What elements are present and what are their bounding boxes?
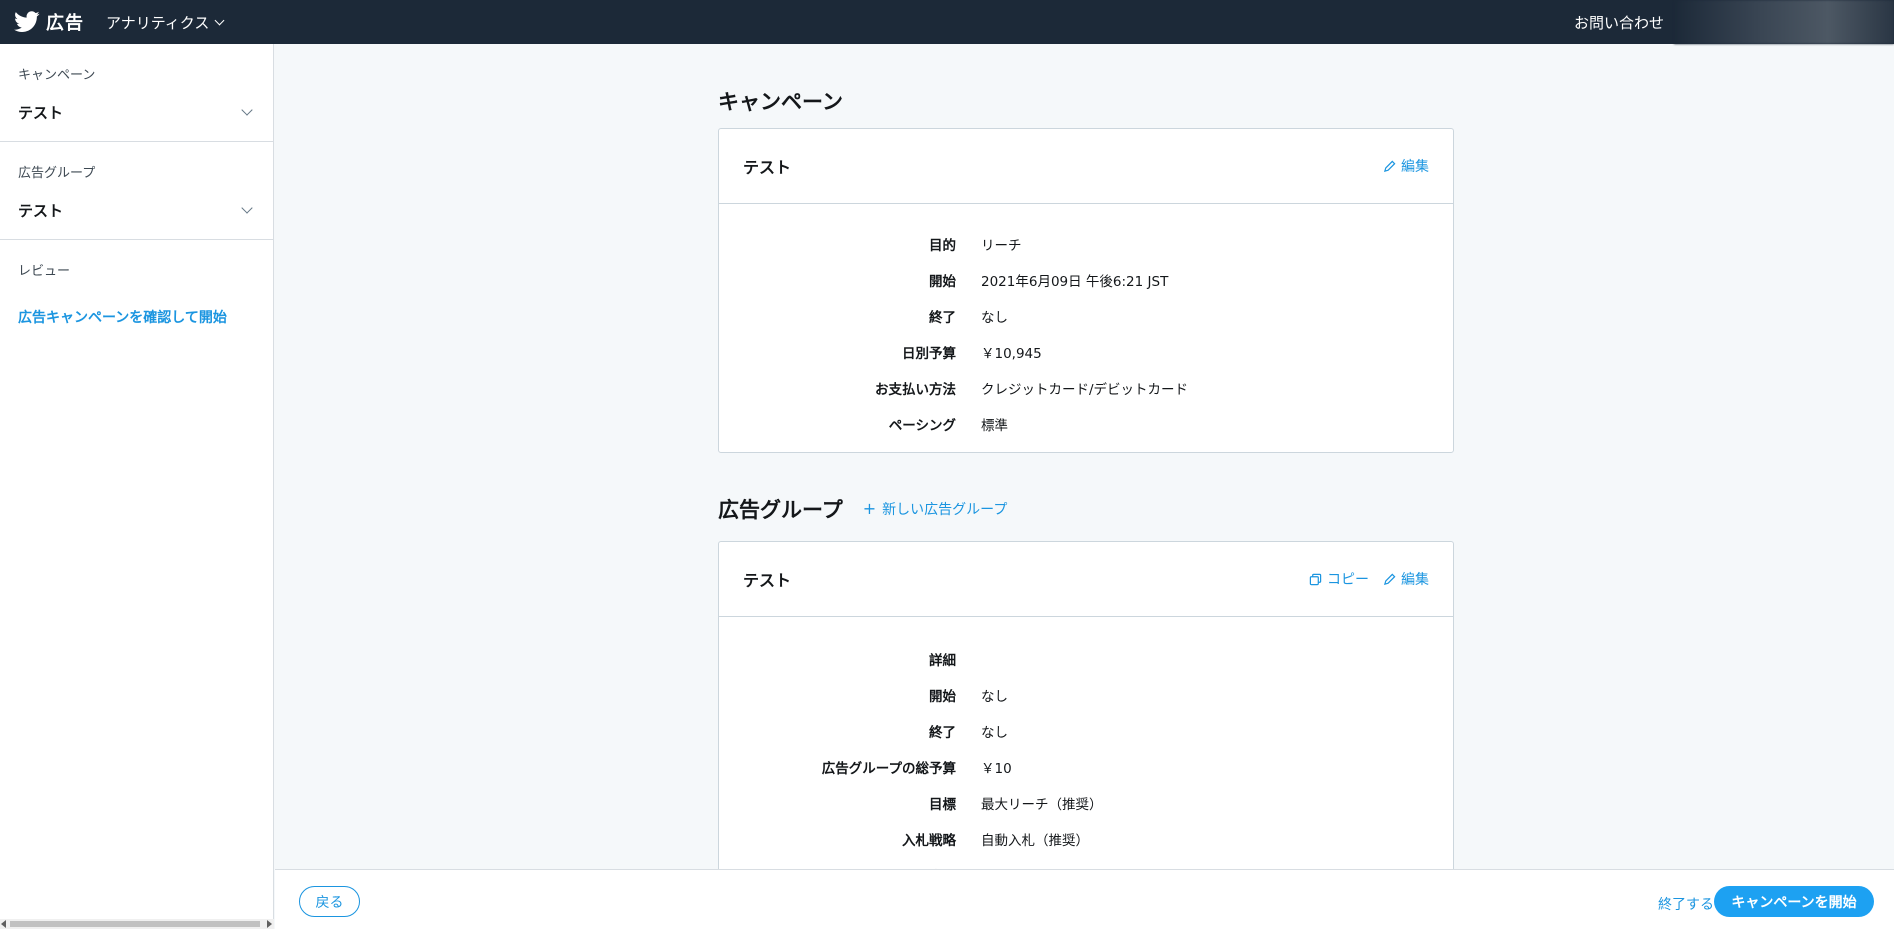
detail-row: 開始 2021年6月09日 午後6:21 JST <box>719 262 1453 298</box>
detail-value: 最大リーチ（推奨） <box>981 797 1103 813</box>
adgroup-copy-button[interactable]: コピー <box>1309 569 1369 589</box>
detail-value: なし <box>981 689 1008 705</box>
detail-label: 目標 <box>929 797 956 813</box>
detail-row: 終了 なし <box>719 298 1453 334</box>
adgroup-heading: 広告グループ + 新しい広告グループ <box>718 494 1007 524</box>
campaign-card-title: テスト <box>743 158 792 177</box>
detail-label: ペーシング <box>888 418 956 434</box>
detail-label: お支払い方法 <box>875 382 956 398</box>
footer-bar: 戻る 終了する キャンペーンを開始 <box>275 869 1894 929</box>
adgroup-select-value: テスト <box>18 201 64 220</box>
brand-logo[interactable]: 広告 <box>14 9 84 35</box>
campaign-select-value: テスト <box>18 103 64 122</box>
detail-row: 終了 なし <box>719 713 1453 749</box>
detail-value: 2021年6月09日 午後6:21 JST <box>981 274 1169 290</box>
detail-value: ￥10,945 <box>981 346 1042 362</box>
adgroup-heading-text: 広告グループ <box>718 498 843 522</box>
detail-value: リーチ <box>981 238 1022 254</box>
sidebar-campaign-section: キャンペーン テスト <box>0 44 273 142</box>
campaign-card: テスト 編集 目的 リーチ開始 2021年6月09日 午後6:21 JST 終了 なし日… <box>718 128 1454 453</box>
detail-label: 日別予算 <box>902 346 956 362</box>
sidebar-adgroup-section: 広告グループ テスト <box>0 142 273 240</box>
campaign-card-header: テスト 編集 <box>719 129 1453 204</box>
detail-label: 詳細 <box>929 653 956 669</box>
detail-value: なし <box>981 310 1008 326</box>
adgroup-edit-label: 編集 <box>1401 572 1429 588</box>
horizontal-scrollbar[interactable] <box>0 919 274 929</box>
sidebar: キャンペーン テスト 広告グループ テスト レビュー 広告キャンペーンを確認して… <box>0 44 274 929</box>
adgroup-copy-label: コピー <box>1327 572 1369 588</box>
pencil-icon <box>1383 160 1396 172</box>
detail-label: 目的 <box>929 238 956 254</box>
detail-label: 開始 <box>929 689 956 705</box>
adgroup-card-actions: コピー 編集 <box>1295 569 1429 589</box>
detail-label: 終了 <box>929 725 956 741</box>
campaign-heading: キャンペーン <box>718 86 843 116</box>
review-and-launch-link[interactable]: 広告キャンペーンを確認して開始 <box>0 279 273 327</box>
detail-row: ペーシング 標準 <box>719 406 1453 442</box>
detail-label: 終了 <box>929 310 956 326</box>
detail-row: 目標 最大リーチ（推奨） <box>719 785 1453 821</box>
campaign-edit-button[interactable]: 編集 <box>1383 156 1429 176</box>
sidebar-adgroup-label: 広告グループ <box>18 166 96 181</box>
back-button[interactable]: 戻る <box>299 886 360 917</box>
chevron-down-icon <box>241 201 253 214</box>
chevron-down-icon <box>214 15 225 26</box>
adgroup-select[interactable]: テスト <box>18 181 255 239</box>
detail-row: 詳細 <box>719 641 1453 677</box>
campaign-details: 目的 リーチ開始 2021年6月09日 午後6:21 JST 終了 なし日別予算 ￥10,… <box>719 204 1453 442</box>
sidebar-campaign-label: キャンペーン <box>18 68 96 83</box>
adgroup-card-header: テスト コピー 編集 <box>719 542 1453 617</box>
scroll-left-icon[interactable] <box>1 920 6 928</box>
detail-value: 自動入札（推奨） <box>981 833 1089 849</box>
detail-row: 目的 リーチ <box>719 226 1453 262</box>
detail-row: お支払い方法 クレジットカード/デビットカード <box>719 370 1453 406</box>
finish-button[interactable]: 終了する <box>1658 894 1714 914</box>
adgroup-details: 詳細 開始 なし 終了 なし 広告グループの総予算 ￥10 目標 最大リーチ（推奨） 入札戦略 自動… <box>719 617 1453 869</box>
detail-label: 開始 <box>929 274 956 290</box>
detail-value: クレジットカード/デビットカード <box>981 382 1189 398</box>
scroll-right-icon[interactable] <box>267 920 272 928</box>
detail-value: なし <box>981 725 1008 741</box>
campaign-card-actions: 編集 <box>1369 156 1429 176</box>
detail-row: 日別予算 ￥10,945 <box>719 334 1453 370</box>
campaign-edit-label: 編集 <box>1401 159 1429 175</box>
detail-row: 広告グループの総予算 ￥10 <box>719 749 1453 785</box>
analytics-menu[interactable]: アナリティクス <box>106 12 225 33</box>
twitter-bird-icon <box>14 11 40 32</box>
new-adgroup-label: 新しい広告グループ <box>882 502 1008 518</box>
launch-campaign-button[interactable]: キャンペーンを開始 <box>1714 886 1874 917</box>
sidebar-review-label: レビュー <box>18 264 71 279</box>
detail-value: ￥10 <box>981 761 1012 777</box>
detail-row: お支払い方法インプレッション <box>719 857 1453 869</box>
adgroup-edit-button[interactable]: 編集 <box>1383 569 1429 589</box>
analytics-label: アナリティクス <box>106 13 210 32</box>
detail-row: 入札戦略 自動入札（推奨） <box>719 821 1453 857</box>
detail-value: 標準 <box>981 418 1008 434</box>
brand-text: 広告 <box>46 13 84 34</box>
main-content: キャンペーン テスト 編集 目的 リーチ開始 2021年6月09日 午後6:21 J… <box>275 44 1894 869</box>
account-menu[interactable] <box>1674 0 1894 44</box>
adgroup-card-title: テスト <box>743 571 792 590</box>
scrollbar-thumb[interactable] <box>10 921 260 927</box>
new-adgroup-button[interactable]: + 新しい広告グループ <box>863 499 1008 519</box>
copy-icon <box>1309 573 1322 585</box>
adgroup-card: テスト コピー 編集 詳細 開始 なし 終了 なし 広告グループの総予算 ￥10 目標 最大リー… <box>718 541 1454 869</box>
contact-link[interactable]: お問い合わせ <box>1574 12 1664 33</box>
detail-row: 開始 なし <box>719 677 1453 713</box>
chevron-down-icon <box>241 103 253 116</box>
campaign-select[interactable]: テスト <box>18 83 255 141</box>
plus-icon: + <box>862 499 877 518</box>
detail-label: 広告グループの総予算 <box>821 761 956 777</box>
detail-label: 入札戦略 <box>902 833 956 849</box>
pencil-icon <box>1383 573 1396 585</box>
top-bar: 広告 アナリティクス お問い合わせ <box>0 0 1894 44</box>
campaign-heading-text: キャンペーン <box>718 90 843 114</box>
